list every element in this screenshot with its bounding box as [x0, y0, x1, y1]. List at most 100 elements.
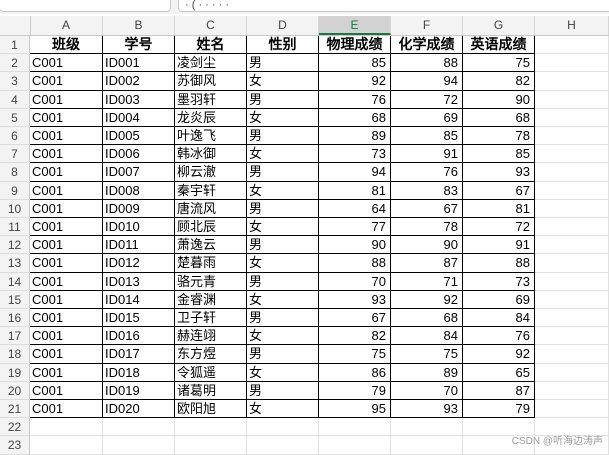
- cell-c14[interactable]: 骆元青: [175, 272, 247, 291]
- cell-b1[interactable]: 学号: [103, 36, 175, 55]
- cell-f17[interactable]: 84: [391, 327, 463, 346]
- cell-d20[interactable]: 男: [247, 381, 319, 400]
- cell-d17[interactable]: 女: [247, 327, 319, 346]
- cell-c12[interactable]: 萧逸云: [175, 236, 247, 255]
- cell-d2[interactable]: 男: [247, 54, 319, 73]
- cell-f5[interactable]: 69: [391, 108, 463, 127]
- cell-h5[interactable]: [535, 108, 609, 127]
- cell-f15[interactable]: 92: [391, 290, 463, 309]
- cell-g19[interactable]: 65: [463, 363, 535, 382]
- column-header-b[interactable]: B: [103, 16, 175, 35]
- cell-e16[interactable]: 67: [319, 309, 391, 328]
- cell-d12[interactable]: 男: [247, 236, 319, 255]
- row-header-10[interactable]: 10: [0, 199, 30, 218]
- cell-c9[interactable]: 秦宇轩: [175, 181, 247, 200]
- cell-b18[interactable]: ID017: [103, 345, 175, 364]
- column-header-a[interactable]: A: [30, 16, 103, 35]
- row-header-7[interactable]: 7: [0, 145, 30, 164]
- cell-b9[interactable]: ID008: [103, 181, 175, 200]
- cell-b21[interactable]: ID020: [103, 400, 175, 419]
- cell-c2[interactable]: 凌剑尘: [175, 54, 247, 73]
- row-header-15[interactable]: 15: [0, 290, 30, 309]
- cell-f13[interactable]: 87: [391, 254, 463, 273]
- cell-h14[interactable]: [535, 272, 609, 291]
- row-header-4[interactable]: 4: [0, 90, 30, 109]
- cell-h12[interactable]: [535, 236, 609, 255]
- row-header-18[interactable]: 18: [0, 345, 30, 364]
- row-header-9[interactable]: 9: [0, 181, 30, 200]
- cell-d23[interactable]: [247, 436, 319, 455]
- cell-f2[interactable]: 88: [391, 54, 463, 73]
- cell-g15[interactable]: 69: [463, 290, 535, 309]
- cell-b16[interactable]: ID015: [103, 309, 175, 328]
- cell-a23[interactable]: [30, 436, 103, 455]
- cell-a20[interactable]: C001: [30, 381, 103, 400]
- cell-c23[interactable]: [175, 436, 247, 455]
- cell-h21[interactable]: [535, 400, 609, 419]
- cell-f1[interactable]: 化学成绩: [391, 36, 463, 55]
- row-header-3[interactable]: 3: [0, 72, 30, 91]
- row-header-11[interactable]: 11: [0, 218, 30, 237]
- cell-a8[interactable]: C001: [30, 163, 103, 182]
- cell-g16[interactable]: 84: [463, 309, 535, 328]
- cell-f4[interactable]: 72: [391, 90, 463, 109]
- cell-b6[interactable]: ID005: [103, 127, 175, 146]
- cell-c4[interactable]: 墨羽轩: [175, 90, 247, 109]
- cell-g6[interactable]: 78: [463, 127, 535, 146]
- cell-e18[interactable]: 75: [319, 345, 391, 364]
- cell-b14[interactable]: ID013: [103, 272, 175, 291]
- cell-a11[interactable]: C001: [30, 218, 103, 237]
- cell-a5[interactable]: C001: [30, 108, 103, 127]
- cell-b4[interactable]: ID003: [103, 90, 175, 109]
- cell-h19[interactable]: [535, 363, 609, 382]
- cell-g14[interactable]: 73: [463, 272, 535, 291]
- cell-e11[interactable]: 77: [319, 218, 391, 237]
- cell-h4[interactable]: [535, 90, 609, 109]
- cell-h16[interactable]: [535, 309, 609, 328]
- cell-d21[interactable]: 女: [247, 400, 319, 419]
- cell-a15[interactable]: C001: [30, 290, 103, 309]
- cell-d22[interactable]: [247, 418, 319, 437]
- row-header-19[interactable]: 19: [0, 363, 30, 382]
- cell-g2[interactable]: 75: [463, 54, 535, 73]
- cell-d18[interactable]: 男: [247, 345, 319, 364]
- cell-c19[interactable]: 令狐遥: [175, 363, 247, 382]
- cell-f23[interactable]: [391, 436, 463, 455]
- cell-a4[interactable]: C001: [30, 90, 103, 109]
- cell-b20[interactable]: ID019: [103, 381, 175, 400]
- row-header-12[interactable]: 12: [0, 236, 30, 255]
- cell-c7[interactable]: 韩冰御: [175, 145, 247, 164]
- cell-f9[interactable]: 83: [391, 181, 463, 200]
- cell-c15[interactable]: 金睿渊: [175, 290, 247, 309]
- cell-e5[interactable]: 68: [319, 108, 391, 127]
- cell-c6[interactable]: 叶逸飞: [175, 127, 247, 146]
- cell-a7[interactable]: C001: [30, 145, 103, 164]
- cell-f3[interactable]: 94: [391, 72, 463, 91]
- column-header-e[interactable]: E: [319, 16, 391, 35]
- cell-c22[interactable]: [175, 418, 247, 437]
- cell-e15[interactable]: 93: [319, 290, 391, 309]
- cell-c17[interactable]: 赫连翊: [175, 327, 247, 346]
- cell-h15[interactable]: [535, 290, 609, 309]
- cell-a17[interactable]: C001: [30, 327, 103, 346]
- cell-c21[interactable]: 欧阳旭: [175, 400, 247, 419]
- cell-d10[interactable]: 男: [247, 199, 319, 218]
- cell-g10[interactable]: 81: [463, 199, 535, 218]
- cell-e17[interactable]: 82: [319, 327, 391, 346]
- cell-e9[interactable]: 81: [319, 181, 391, 200]
- cell-a16[interactable]: C001: [30, 309, 103, 328]
- cell-g1[interactable]: 英语成绩: [463, 36, 535, 55]
- cell-h2[interactable]: [535, 54, 609, 73]
- name-box[interactable]: [0, 0, 171, 12]
- cell-h11[interactable]: [535, 218, 609, 237]
- cell-f8[interactable]: 76: [391, 163, 463, 182]
- cell-e20[interactable]: 79: [319, 381, 391, 400]
- row-header-20[interactable]: 20: [0, 381, 30, 400]
- cell-g20[interactable]: 87: [463, 381, 535, 400]
- cell-g5[interactable]: 68: [463, 108, 535, 127]
- cell-f19[interactable]: 89: [391, 363, 463, 382]
- cell-f14[interactable]: 71: [391, 272, 463, 291]
- cell-d13[interactable]: 女: [247, 254, 319, 273]
- cell-e3[interactable]: 92: [319, 72, 391, 91]
- column-header-h[interactable]: H: [535, 16, 609, 35]
